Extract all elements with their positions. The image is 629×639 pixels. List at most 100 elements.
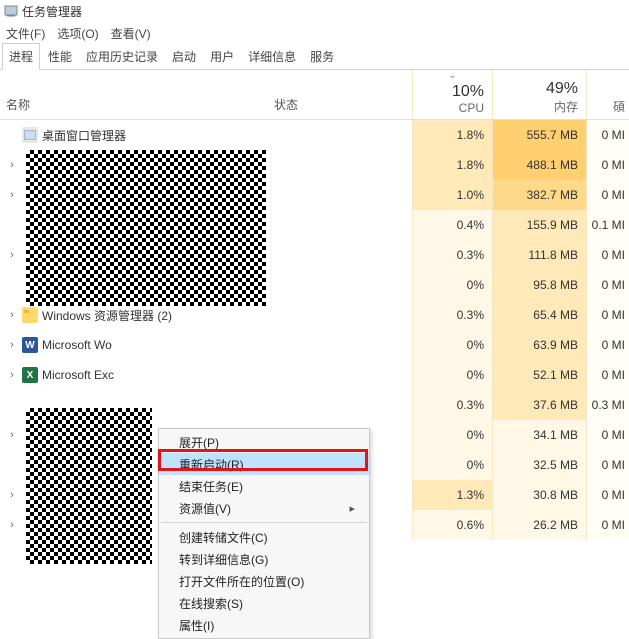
expand-chevron-icon[interactable]: › — [6, 519, 18, 531]
ctx-resource[interactable]: 资源值(V)▸ — [159, 497, 369, 519]
ctx-openloc[interactable]: 打开文件所在的位置(O) — [159, 570, 369, 592]
tab-services[interactable]: 服务 — [304, 44, 340, 69]
table-row[interactable]: › W Microsoft Wo 0%63.9 MB0 MI — [0, 330, 629, 360]
tab-details[interactable]: 详细信息 — [242, 44, 302, 69]
tab-users[interactable]: 用户 — [204, 44, 240, 69]
menu-bar: 文件(F) 选项(O) 查看(V) — [0, 22, 629, 44]
extra-cell: 0 MI — [586, 480, 629, 510]
mem-cell: 37.6 MB — [492, 390, 586, 420]
submenu-arrow-icon: ▸ — [349, 502, 355, 515]
extra-cell: 0 MI — [586, 180, 629, 210]
col-name[interactable]: 名称 — [0, 70, 268, 119]
menu-file[interactable]: 文件(F) — [6, 25, 45, 42]
tab-processes[interactable]: 进程 — [2, 43, 40, 70]
tab-startup[interactable]: 启动 — [166, 44, 202, 69]
ctx-search[interactable]: 在线搜索(S) — [159, 592, 369, 614]
process-table: 名称 状态 ⌄ 10% CPU 49% 内存 碩 桌面窗口管理器 1.8%555.… — [0, 70, 629, 540]
extra-cell: 0 MI — [586, 120, 629, 150]
cpu-cell: 0.3% — [412, 300, 492, 330]
col-cpu[interactable]: ⌄ 10% CPU — [412, 70, 492, 119]
table-row[interactable]: 桌面窗口管理器 1.8%555.7 MB0 MI — [0, 120, 629, 150]
expand-chevron-icon[interactable]: › — [6, 249, 18, 261]
process-name: 桌面窗口管理器 — [42, 127, 126, 144]
tab-apphistory[interactable]: 应用历史记录 — [80, 44, 164, 69]
extra-cell: 0 MI — [586, 420, 629, 450]
mem-cell: 52.1 MB — [492, 360, 586, 390]
cpu-cell: 0% — [412, 360, 492, 390]
excel-icon: X — [22, 367, 38, 383]
cpu-cell: 1.0% — [412, 180, 492, 210]
extra-cell: 0 MI — [586, 450, 629, 480]
mem-cell: 95.8 MB — [492, 270, 586, 300]
extra-cell: 0 MI — [586, 240, 629, 270]
process-name: Microsoft Wo — [42, 338, 112, 352]
cpu-cell: 0% — [412, 420, 492, 450]
expand-chevron-icon[interactable]: › — [6, 489, 18, 501]
mem-cell: 555.7 MB — [492, 120, 586, 150]
mem-cell: 26.2 MB — [492, 510, 586, 540]
menu-options[interactable]: 选项(O) — [57, 25, 98, 42]
context-menu: 展开(P) 重新启动(R) 结束任务(E) 资源值(V)▸ 创建转储文件(C) … — [158, 428, 370, 639]
cpu-cell: 1.8% — [412, 150, 492, 180]
tab-strip: 进程 性能 应用历史记录 启动 用户 详细信息 服务 — [0, 44, 629, 70]
table-row[interactable]: › X Microsoft Exc 0%52.1 MB0 MI — [0, 360, 629, 390]
expand-chevron-icon[interactable]: › — [6, 159, 18, 171]
cpu-cell: 0% — [412, 270, 492, 300]
extra-cell: 0 MI — [586, 150, 629, 180]
extra-cell: 0 MI — [586, 270, 629, 300]
menu-view[interactable]: 查看(V) — [111, 25, 151, 42]
extra-cell: 0.3 MI — [586, 390, 629, 420]
mem-total: 49% — [546, 80, 578, 98]
extra-cell: 0.1 MI — [586, 210, 629, 240]
extra-cell: 0 MI — [586, 360, 629, 390]
col-status[interactable]: 状态 — [268, 70, 412, 119]
cpu-cell: 0.3% — [412, 240, 492, 270]
cpu-cell: 1.8% — [412, 120, 492, 150]
col-extra[interactable]: 碩 — [586, 70, 629, 119]
process-name: Microsoft Exc — [42, 368, 114, 382]
cpu-total: 10% — [452, 83, 484, 101]
mem-cell: 488.1 MB — [492, 150, 586, 180]
cpu-cell: 0.4% — [412, 210, 492, 240]
mem-cell: 155.9 MB — [492, 210, 586, 240]
mem-cell: 382.7 MB — [492, 180, 586, 210]
chevron-down-icon: ⌄ — [448, 70, 456, 81]
expand-chevron-icon[interactable]: › — [6, 189, 18, 201]
mem-cell: 65.4 MB — [492, 300, 586, 330]
col-memory[interactable]: 49% 内存 — [492, 70, 586, 119]
ctx-restart[interactable]: 重新启动(R) — [159, 453, 369, 475]
ctx-props[interactable]: 属性(I) — [159, 614, 369, 636]
title-bar: 任务管理器 — [0, 0, 629, 22]
cpu-cell: 1.3% — [412, 480, 492, 510]
expand-chevron-icon[interactable]: › — [6, 309, 18, 321]
cpu-cell: 0.3% — [412, 390, 492, 420]
process-name: Windows 资源管理器 (2) — [42, 307, 172, 324]
ctx-separator — [161, 522, 367, 523]
ctx-godetails[interactable]: 转到详细信息(G) — [159, 548, 369, 570]
expand-chevron-icon[interactable]: › — [6, 339, 18, 351]
explorer-icon — [22, 307, 38, 323]
mem-cell: 30.8 MB — [492, 480, 586, 510]
word-icon: W — [22, 337, 38, 353]
mem-cell: 111.8 MB — [492, 240, 586, 270]
mem-cell: 63.9 MB — [492, 330, 586, 360]
ctx-dump[interactable]: 创建转储文件(C) — [159, 526, 369, 548]
extra-cell: 0 MI — [586, 300, 629, 330]
ctx-expand[interactable]: 展开(P) — [159, 431, 369, 453]
mem-cell: 34.1 MB — [492, 420, 586, 450]
expand-chevron-icon[interactable]: › — [6, 369, 18, 381]
cpu-cell: 0.6% — [412, 510, 492, 540]
column-headers: 名称 状态 ⌄ 10% CPU 49% 内存 碩 — [0, 70, 629, 120]
redacted-region — [26, 150, 266, 306]
mem-cell: 32.5 MB — [492, 450, 586, 480]
extra-cell: 0 MI — [586, 330, 629, 360]
extra-cell: 0 MI — [586, 510, 629, 540]
window-title: 任务管理器 — [22, 3, 82, 20]
expand-chevron-icon[interactable]: › — [6, 429, 18, 441]
cpu-cell: 0% — [412, 450, 492, 480]
tab-performance[interactable]: 性能 — [42, 44, 78, 69]
cpu-cell: 0% — [412, 330, 492, 360]
ctx-endtask[interactable]: 结束任务(E) — [159, 475, 369, 497]
redacted-region — [26, 408, 152, 564]
app-icon — [4, 4, 18, 18]
